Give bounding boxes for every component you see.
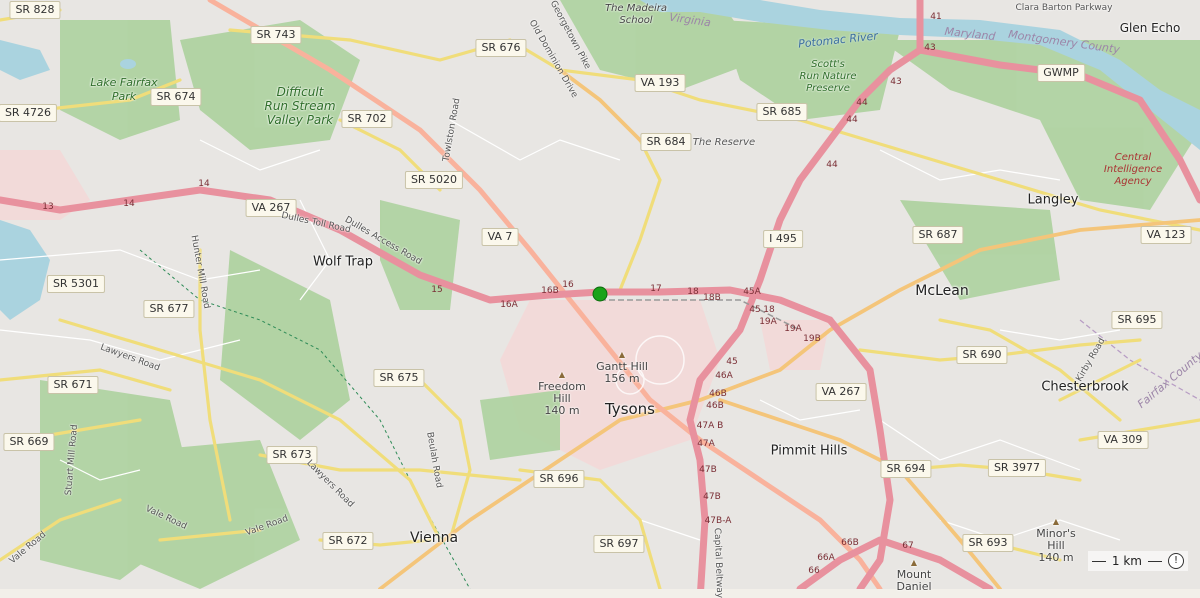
label-cia: Central Intelligence Agency (1103, 152, 1163, 187)
place-label-wolf-trap: Wolf Trap (313, 254, 373, 270)
exit-label: 41 (930, 12, 942, 22)
route-shield-sr696: SR 696 (533, 470, 585, 488)
exit-label: 16A (500, 300, 518, 310)
exit-label: 44 (846, 115, 858, 125)
exit-label: 19A (784, 324, 802, 334)
route-shield-sr5020: SR 5020 (404, 171, 464, 189)
exit-label: 47B-A (704, 516, 732, 526)
route-shield-sr702: SR 702 (341, 110, 393, 128)
peak-label-freedom-hill: Freedom Hill 140 m (538, 369, 586, 417)
route-shield-sr4726: SR 4726 (0, 104, 58, 122)
route-shield-sr3977: SR 3977 (987, 459, 1047, 477)
park-label-lake-fairfax: Lake Fairfax Park (90, 76, 158, 103)
peak-label-gantt-hill: Gantt Hill 156 m (596, 349, 648, 385)
exit-label: 19B (803, 334, 821, 344)
route-shield-sr5301: SR 5301 (46, 275, 106, 293)
exit-label: 43 (924, 43, 936, 53)
park-label-scotts-run: Scott's Run Nature Preserve (799, 59, 857, 94)
exit-label: 44 (856, 98, 868, 108)
exit-label: 46B (706, 401, 724, 411)
exit-label: 18 (687, 287, 699, 297)
exit-label: 18B (703, 293, 721, 303)
route-shield-sr677: SR 677 (143, 300, 195, 318)
peak-label-minors-hill: Minor's Hill 140 m (1036, 516, 1076, 564)
exit-label: 67 (902, 541, 914, 551)
scale-bar-line-right (1148, 560, 1162, 562)
exit-label: 47A B (696, 421, 724, 431)
exit-label: 66B (841, 538, 859, 548)
route-shield-sr828: SR 828 (9, 1, 61, 19)
route-shield-sr674: SR 674 (150, 88, 202, 106)
exit-label: 15 (431, 285, 443, 295)
route-shield-va267-east: VA 267 (815, 383, 867, 401)
exit-label: 46B (709, 389, 727, 399)
exit-label: 14 (123, 199, 135, 209)
exit-label: 14 (198, 179, 210, 189)
scale-bar: 1 km ! (1087, 551, 1188, 571)
route-shield-sr684: SR 684 (640, 133, 692, 151)
park-label-difficult-run: Difficult Run Stream Valley Park (264, 85, 336, 127)
route-shield-va193: VA 193 (634, 74, 686, 92)
route-shield-sr690: SR 690 (956, 346, 1008, 364)
route-shield-sr671: SR 671 (47, 376, 99, 394)
exit-label: 66A (817, 553, 835, 563)
exit-label: 44 (826, 160, 838, 170)
exit-label: 43 (890, 77, 902, 87)
route-shield-gwmp: GWMP (1037, 64, 1085, 82)
route-shield-sr685: SR 685 (756, 103, 808, 121)
exit-label: 45A (743, 287, 761, 297)
road-label-clara-barton: Clara Barton Parkway (1015, 3, 1113, 13)
route-shield-sr676: SR 676 (475, 39, 527, 57)
place-label-pimmit-hills: Pimmit Hills (770, 443, 848, 459)
place-label-chesterbrook: Chesterbrook (1041, 379, 1129, 395)
label-the-reserve: The Reserve (692, 137, 756, 148)
scale-label: 1 km (1111, 554, 1142, 568)
peak-label-mount-daniel: Mount Daniel (896, 557, 931, 593)
exit-label: 46A (715, 371, 733, 381)
scale-bar-line-left (1091, 560, 1106, 562)
route-shield-sr743: SR 743 (250, 26, 302, 44)
location-marker[interactable] (592, 286, 608, 302)
exit-label: 17 (650, 284, 662, 294)
route-shield-sr694: SR 694 (880, 460, 932, 478)
exit-label: 19A (759, 317, 777, 327)
route-shield-i495: I 495 (763, 230, 803, 248)
route-shield-sr693: SR 693 (962, 534, 1014, 552)
route-shield-sr669: SR 669 (3, 433, 55, 451)
exit-label: 66 (808, 566, 820, 576)
route-shield-va123: VA 123 (1140, 226, 1192, 244)
place-label-vienna: Vienna (409, 530, 459, 546)
label-madeira-school: The Madeira School (604, 3, 668, 26)
exit-label: 16 (562, 280, 574, 290)
exit-label: 18 (763, 305, 775, 315)
route-shield-sr675: SR 675 (373, 369, 425, 387)
place-label-glen-echo: Glen Echo (1119, 21, 1181, 35)
route-shield-va309: VA 309 (1097, 431, 1149, 449)
exit-label: 47B (703, 492, 721, 502)
route-shield-va7: VA 7 (481, 228, 519, 246)
exit-label: 16B (541, 286, 559, 296)
place-label-tysons: Tysons (604, 400, 656, 418)
route-shield-sr697: SR 697 (593, 535, 645, 553)
place-label-mclean: McLean (915, 283, 969, 299)
route-shield-sr687: SR 687 (912, 226, 964, 244)
route-shield-sr672: SR 672 (322, 532, 374, 550)
exit-label: 13 (42, 202, 54, 212)
exit-label: 47B (699, 465, 717, 475)
exit-label: 47A (697, 439, 715, 449)
exit-label: 45 (749, 305, 761, 315)
exit-label: 45 (726, 357, 738, 367)
info-icon[interactable]: ! (1168, 553, 1184, 569)
place-label-langley: Langley (1027, 192, 1079, 208)
route-shield-sr695: SR 695 (1111, 311, 1163, 329)
